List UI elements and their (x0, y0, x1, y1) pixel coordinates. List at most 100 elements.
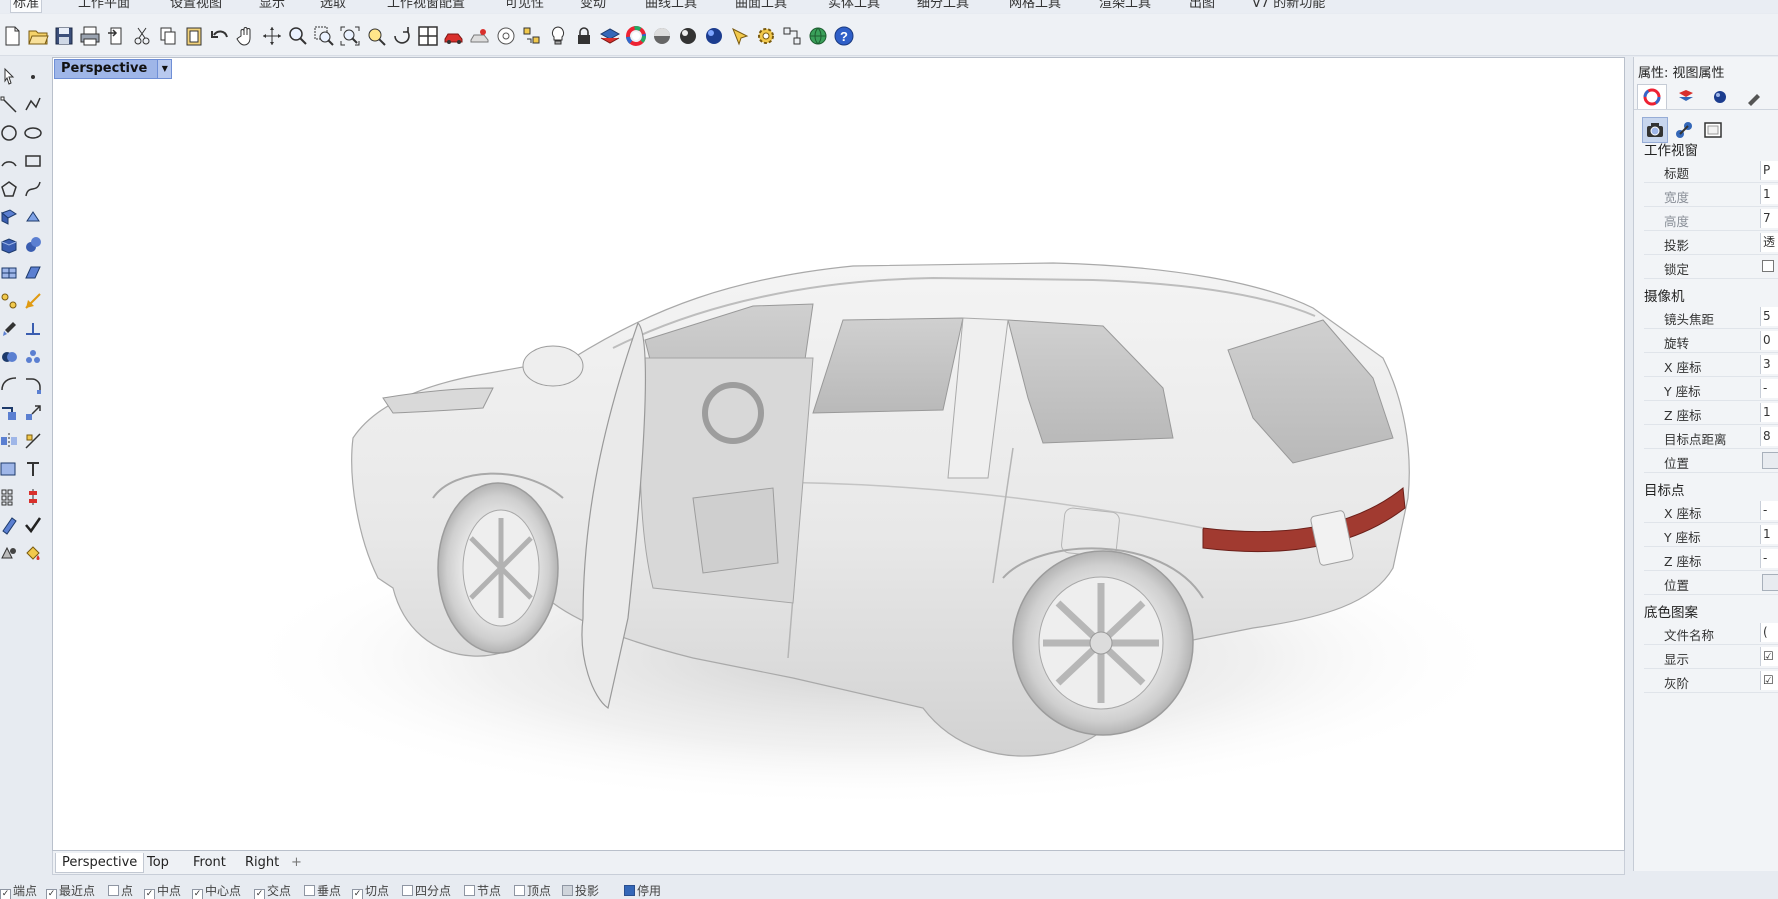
osnap-near-checkbox[interactable]: ✓ (46, 889, 57, 899)
extrude-icon[interactable] (22, 206, 44, 228)
line-icon[interactable] (0, 94, 20, 116)
tab-render-tools[interactable]: 渲染工具 (1097, 0, 1153, 13)
tab-set-view[interactable]: 设置视图 (168, 0, 224, 13)
paste-icon[interactable] (182, 24, 206, 48)
globe-icon[interactable] (806, 24, 830, 48)
polyline-icon[interactable] (22, 94, 44, 116)
tab-curve-tools[interactable]: 曲线工具 (643, 0, 699, 13)
distribute-icon[interactable] (22, 486, 44, 508)
osnap-center-checkbox[interactable]: ✓ (192, 889, 203, 899)
render-icon[interactable] (0, 542, 20, 564)
cplane-icon[interactable] (22, 318, 44, 340)
tab-solid-tools[interactable]: 实体工具 (826, 0, 882, 13)
prop-title-value[interactable]: P (1760, 161, 1778, 180)
scale-icon[interactable] (22, 402, 44, 424)
osnap-disable[interactable]: 停用 (624, 884, 661, 899)
options-icon[interactable] (780, 24, 804, 48)
osnap-knot[interactable]: 节点 (464, 884, 501, 899)
prop-camera-y-value[interactable]: - (1760, 379, 1778, 398)
prop-target-distance-value[interactable]: 8 (1760, 427, 1778, 446)
rectangle-icon[interactable] (22, 150, 44, 172)
zoom-icon[interactable] (286, 24, 310, 48)
sphere-icon[interactable] (650, 24, 674, 48)
osnap-project-checkbox[interactable] (562, 885, 573, 896)
osnap-vertex[interactable]: 顶点 (514, 884, 551, 899)
array-icon[interactable] (0, 290, 20, 312)
ellipse-icon[interactable] (22, 122, 44, 144)
new-file-icon[interactable] (0, 24, 24, 48)
osnap-quadrant[interactable]: 四分点 (402, 884, 451, 899)
lock-icon[interactable] (572, 24, 596, 48)
text-icon[interactable] (22, 458, 44, 480)
fillet-icon[interactable] (22, 374, 44, 396)
analyze-icon[interactable] (0, 514, 20, 536)
prop-lock-checkbox[interactable] (1762, 260, 1774, 272)
settings-gear-icon[interactable] (754, 24, 778, 48)
grid-array-icon[interactable] (0, 486, 20, 508)
osnap-disable-checkbox[interactable] (624, 885, 635, 896)
copy-icon[interactable] (156, 24, 180, 48)
surface-icon[interactable] (0, 206, 20, 228)
prop-row-target-distance[interactable]: 目标点距离 8 (1644, 425, 1778, 449)
tab-subd-tools[interactable]: 细分工具 (915, 0, 971, 13)
tab-viewport-layout[interactable]: 工作视窗配置 (385, 0, 467, 13)
material-icon[interactable] (676, 24, 700, 48)
brush-icon[interactable] (0, 318, 20, 340)
paint-bucket-icon[interactable] (22, 542, 44, 564)
osnap-perpendicular[interactable]: 垂点 (304, 884, 341, 899)
polygon-icon[interactable] (0, 178, 20, 200)
select-points-icon[interactable] (520, 24, 544, 48)
tab-display[interactable]: 显示 (257, 0, 287, 13)
osnap-project[interactable]: 投影 (562, 884, 599, 899)
render-sphere-icon[interactable] (702, 24, 726, 48)
prop-row-projection[interactable]: 投影透 (1644, 231, 1778, 255)
osnap-perpendicular-checkbox[interactable] (304, 885, 315, 896)
box-icon[interactable] (0, 234, 20, 256)
prop-filename-value[interactable]: ( (1760, 623, 1778, 642)
osnap-quadrant-checkbox[interactable] (402, 885, 413, 896)
tools-tab-icon[interactable] (1739, 84, 1769, 109)
osnap-intersection-checkbox[interactable]: ✓ (254, 889, 265, 899)
help-icon[interactable]: ? (832, 24, 856, 48)
prop-camera-x-value[interactable]: 3 (1760, 355, 1778, 374)
osnap-near[interactable]: ✓ 最近点 (46, 884, 95, 899)
open-icon[interactable] (26, 24, 50, 48)
check-icon[interactable] (22, 514, 44, 536)
osnap-point[interactable]: 点 (108, 884, 133, 899)
tab-new-in-v7[interactable]: V7 的新功能 (1250, 0, 1327, 13)
prop-row-show[interactable]: 显示 ☑ (1644, 645, 1778, 669)
osnap-point-checkbox[interactable] (108, 885, 119, 896)
car-view-icon[interactable] (442, 24, 466, 48)
import-icon[interactable] (104, 24, 128, 48)
target-place-button[interactable] (1762, 574, 1778, 591)
color-wheel-tab-icon[interactable] (1637, 84, 1667, 109)
curve-icon[interactable] (22, 178, 44, 200)
prop-rotation-value[interactable]: 0 (1760, 331, 1778, 350)
prop-target-z-value[interactable]: - (1760, 549, 1778, 568)
prop-row-gray[interactable]: 灰阶 ☑ (1644, 669, 1778, 693)
cut-icon[interactable] (130, 24, 154, 48)
point-icon[interactable] (22, 66, 44, 88)
zoom-window-icon[interactable] (312, 24, 336, 48)
prop-show-checkbox[interactable]: ☑ (1760, 647, 1778, 666)
save-icon[interactable] (52, 24, 76, 48)
prop-row-target-x[interactable]: X 座标 - (1644, 499, 1778, 523)
zoom-extents-icon[interactable] (338, 24, 362, 48)
prop-row-lens-length[interactable]: 镜头焦距 5 (1644, 305, 1778, 329)
tab-layout[interactable]: 出图 (1187, 0, 1217, 13)
osnap-mid-checkbox[interactable]: ✓ (144, 889, 155, 899)
camera-place-button[interactable] (1762, 452, 1778, 469)
join-icon[interactable] (0, 374, 20, 396)
tab-transform[interactable]: 变动 (578, 0, 608, 13)
prop-row-target-place[interactable]: 位置 (1644, 571, 1778, 595)
tab-visibility[interactable]: 可见性 (503, 0, 546, 13)
prop-gray-checkbox[interactable]: ☑ (1760, 671, 1778, 690)
select-arrow-icon[interactable] (0, 66, 20, 88)
prop-row-target-y[interactable]: Y 座标 1 (1644, 523, 1778, 547)
solid-sphere-icon[interactable] (22, 234, 44, 256)
osnap-vertex-checkbox[interactable] (514, 885, 525, 896)
prop-target-y-value[interactable]: 1 (1760, 525, 1778, 544)
light-icon[interactable] (546, 24, 570, 48)
move-icon[interactable] (0, 402, 20, 424)
tab-select[interactable]: 选取 (318, 0, 348, 13)
